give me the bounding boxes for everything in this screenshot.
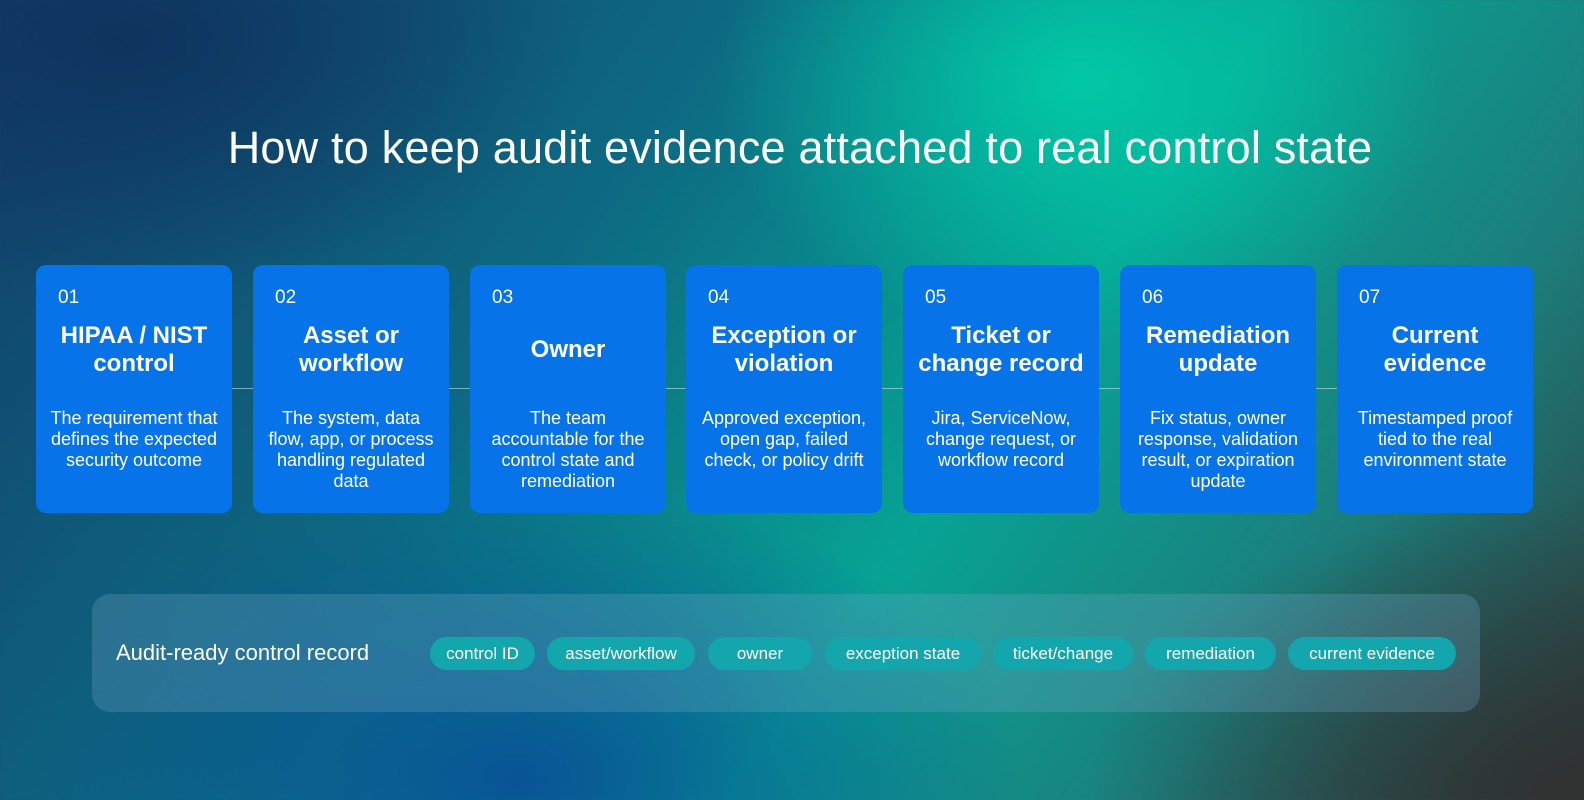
step-number: 02 [275,287,297,308]
step-title: HIPAA / NIST control [60,322,208,377]
step-title: Owner [530,336,606,363]
diagram-title: How to keep audit evidence attached to r… [227,122,1373,173]
step-card-01: 01 HIPAA / NIST control The requirement … [36,265,232,513]
process-steps: 01 HIPAA / NIST control The requirement … [36,265,1548,513]
step-number: 01 [58,287,80,308]
field-chip-exception-state: exception state [825,637,981,670]
step-card-02: 02 Asset or workflow The system, data fl… [253,265,449,513]
field-chip-remediation: remediation [1145,637,1276,670]
step-title: Current evidence [1383,322,1487,377]
step-description: Timestamped proof tied to the real envir… [1357,408,1513,470]
step-description: Jira, ServiceNow, change request, or wor… [925,408,1077,470]
step-number: 03 [492,287,514,308]
step-description: The requirement that defines the expecte… [50,408,218,470]
step-title: Ticket or change record [918,322,1084,377]
control-record-panel: Audit-ready control record control ID as… [92,594,1480,712]
step-title: Remediation update [1145,322,1291,377]
step-number: 05 [925,287,947,308]
field-chip-owner: owner [708,637,812,670]
field-chip-ticket-change: ticket/change [993,637,1133,670]
step-title: Asset or workflow [298,322,403,377]
step-description: The team accountable for the control sta… [491,408,645,491]
field-chip-asset-workflow: asset/workflow [547,637,695,670]
step-number: 04 [708,287,730,308]
control-record-label: Audit-ready control record [116,640,370,665]
step-number: 06 [1142,287,1164,308]
step-title: Exception or violation [711,322,857,377]
step-number: 07 [1359,287,1381,308]
step-card-03: 03 Owner The team accountable for the co… [470,265,666,513]
step-description: The system, data flow, app, or process h… [268,408,434,491]
step-card-05: 05 Ticket or change record Jira, Service… [903,265,1099,513]
step-description: Fix status, owner response, validation r… [1137,408,1299,491]
step-description: Approved exception, open gap, failed che… [701,408,867,470]
field-chip-current-evidence: current evidence [1288,637,1456,670]
step-card-04: 04 Exception or violation Approved excep… [686,265,882,513]
step-card-07: 07 Current evidence Timestamped proof ti… [1337,265,1533,513]
step-card-06: 06 Remediation update Fix status, owner … [1120,265,1316,513]
field-chip-control-id: control ID [430,637,535,670]
